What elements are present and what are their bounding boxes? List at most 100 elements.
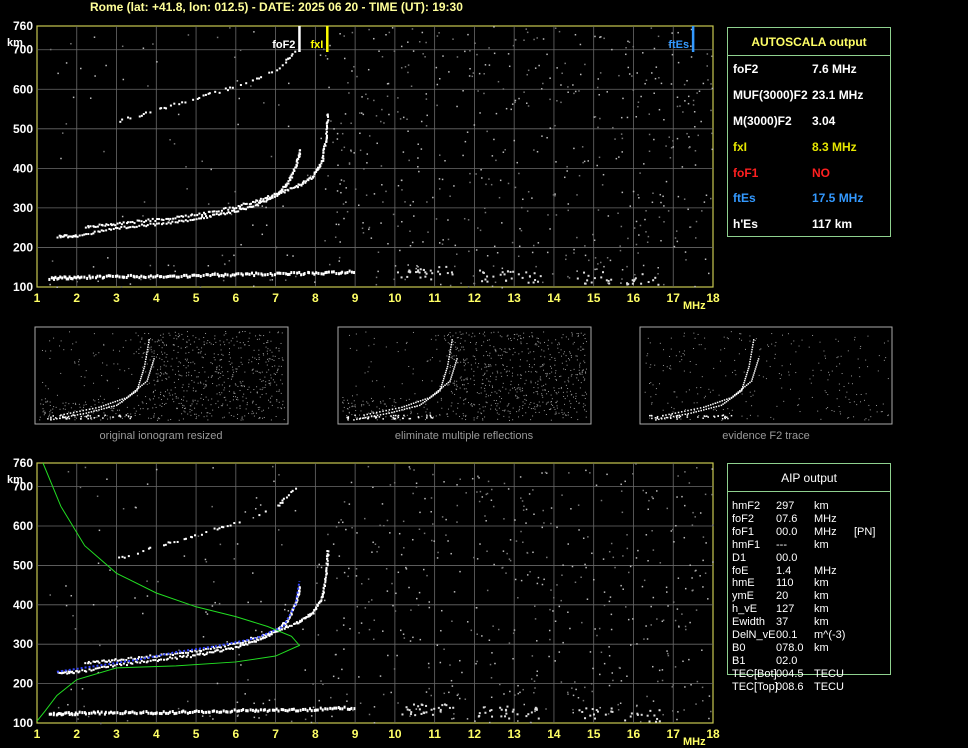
noise-dot [509, 539, 512, 541]
thumbnail-dot [569, 400, 571, 402]
thumbnail-dot [460, 333, 462, 335]
noise-dot [658, 108, 661, 111]
trace-point [310, 709, 313, 713]
x-tick-label: 7 [272, 727, 279, 741]
thumbnail-dot [750, 395, 752, 397]
thumbnail-trace [707, 404, 710, 407]
thumbnail-dot [275, 415, 277, 417]
thumbnail-dot [533, 387, 535, 389]
thumbnail-dot [501, 354, 503, 356]
thumbnail-dot [509, 349, 511, 351]
thumbnail-dot [178, 378, 180, 380]
thumbnail-dot [184, 358, 186, 360]
trace-point [273, 192, 276, 195]
thumbnail-dot [523, 395, 525, 397]
thumbnail-dot [119, 350, 121, 352]
trace-point [257, 639, 260, 642]
trace-point [112, 227, 115, 230]
trace-point [297, 589, 300, 592]
thumbnail-dot [507, 404, 509, 406]
trace-point [209, 215, 212, 218]
noise-dot [514, 186, 517, 189]
thumbnail-dot [846, 391, 848, 393]
thumbnail-dot [122, 346, 124, 348]
thumbnail-trace [684, 413, 687, 415]
trace-point [241, 641, 244, 644]
thumbnail-dot [465, 414, 467, 416]
thumbnail-dot [93, 333, 95, 335]
thumbnail-dot [151, 339, 153, 341]
noise-dot [626, 265, 628, 268]
noise-dot [517, 692, 520, 695]
thumbnail-dot [565, 384, 567, 386]
thumbnail-dot [253, 349, 255, 351]
thumbnail-dot [439, 385, 441, 387]
thumbnail-dot [561, 412, 563, 414]
es-point [655, 720, 658, 723]
thumbnail-dot [195, 416, 197, 418]
noise-dot [407, 71, 409, 74]
thumbnail-dot [779, 378, 781, 380]
thumbnail-dot [562, 417, 564, 419]
noise-dot [533, 38, 535, 41]
thumbnail-dot [583, 395, 585, 397]
noise-dot [396, 654, 398, 657]
es-point [537, 717, 540, 720]
trace-point [208, 92, 211, 95]
es-point [640, 282, 643, 285]
thumbnail-dot [520, 374, 522, 376]
thumbnail-dot [372, 400, 374, 402]
thumbnail-dot [524, 398, 526, 400]
thumbnail-dot [194, 370, 196, 372]
noise-dot [635, 115, 638, 118]
thumbnail-dot [204, 386, 206, 388]
thumbnail-dot [168, 376, 170, 378]
thumbnail-dot [382, 409, 384, 411]
thumbnail-dot [167, 419, 169, 421]
thumbnail-dot [280, 392, 282, 394]
trace-point [281, 64, 284, 67]
es-point [412, 703, 415, 706]
thumbnail-dot [516, 333, 518, 335]
thumbnail-dot [380, 402, 382, 404]
thumbnail-dot [393, 399, 395, 401]
thumbnail-dot [462, 333, 464, 335]
thumbnail-dot [164, 352, 166, 354]
trace-point [276, 271, 279, 275]
thumbnail-trace [721, 400, 723, 402]
thumbnail-dot [510, 384, 512, 386]
trace-point [230, 709, 233, 713]
trace-point [316, 708, 319, 712]
thumbnail-dot [245, 397, 247, 399]
thumbnail-dot [556, 405, 558, 407]
autoscala-row: ftEs 17.5 MHz [728, 185, 890, 211]
noise-dot [708, 717, 710, 720]
trace-point [307, 179, 310, 182]
trace-point [353, 271, 356, 275]
noise-dot [426, 201, 428, 203]
thumbnail-dot [484, 387, 486, 389]
noise-dot [426, 114, 428, 117]
noise-dot [602, 173, 605, 176]
noise-dot [711, 87, 714, 90]
noise-dot [533, 680, 536, 683]
thumbnail-dot [263, 354, 265, 356]
trace-point [231, 86, 234, 89]
thumbnail-dot [498, 407, 500, 409]
thumbnail-trace [119, 416, 122, 418]
thumbnail-dot [854, 339, 856, 341]
thumbnail-dot [211, 375, 213, 377]
noise-dot [584, 686, 586, 689]
noise-dot [420, 148, 423, 150]
aip-title: AIP output [728, 464, 890, 492]
noise-dot [316, 722, 319, 724]
thumbnail-trace [752, 339, 755, 341]
thumbnail-dot [221, 353, 223, 355]
noise-dot [187, 34, 190, 36]
noise-dot [650, 27, 653, 29]
thumbnail-dot [263, 335, 265, 337]
thumbnail-dot [459, 349, 461, 351]
noise-dot [177, 707, 180, 710]
thumbnail-dot [817, 410, 819, 412]
thumbnail-trace [382, 413, 385, 415]
